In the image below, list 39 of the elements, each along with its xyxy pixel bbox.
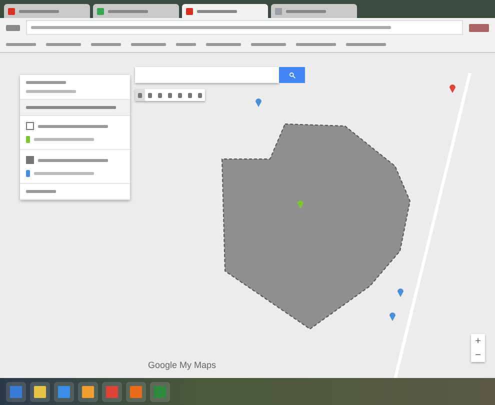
browser-tab[interactable]: [93, 4, 179, 18]
browser-tab[interactable]: [271, 4, 357, 18]
map-pin-icon: [255, 97, 262, 107]
illegible-text: [34, 138, 94, 141]
map-pin-icon: [397, 287, 404, 297]
map-pin-icon: [389, 311, 396, 321]
illegible-text: [286, 10, 326, 12]
illegible-text: [26, 90, 76, 93]
illegible-text: [38, 124, 108, 128]
taskbar-app-icon[interactable]: [54, 382, 74, 402]
browser-tab[interactable]: [4, 4, 90, 18]
zoom-button[interactable]: +: [471, 334, 485, 348]
taskbar-app-icon[interactable]: [30, 382, 50, 402]
map-canvas[interactable]: Google My Maps + −: [0, 53, 495, 378]
illegible-text: [19, 10, 59, 12]
map-tool-button[interactable]: [135, 89, 145, 101]
layer-checkbox[interactable]: [26, 122, 34, 130]
zoom-button[interactable]: −: [471, 348, 485, 362]
search-button[interactable]: [279, 67, 305, 83]
map-tool-button[interactable]: [195, 89, 205, 101]
illegible-text: [197, 10, 237, 12]
polygon-shape[interactable]: [221, 122, 412, 330]
illegible-text: [26, 190, 56, 193]
search-icon: [288, 72, 296, 78]
map-pin-icon: [297, 199, 304, 209]
layer-checkbox[interactable]: [26, 156, 34, 164]
map-pin-icon: [449, 83, 456, 93]
illegible-text: [26, 81, 66, 84]
taskbar-app-icon[interactable]: [126, 382, 146, 402]
taskbar-app-icon[interactable]: [6, 382, 26, 402]
map-tool-button[interactable]: [145, 89, 155, 101]
search-field[interactable]: [135, 67, 279, 83]
illegible-text: [34, 172, 94, 175]
illegible-text: [108, 10, 148, 12]
illegible-text: [38, 158, 108, 162]
browser-tab[interactable]: [182, 4, 268, 18]
address-bar[interactable]: [26, 20, 463, 35]
map-logo: Google My Maps: [148, 360, 216, 370]
taskbar-app-icon[interactable]: [78, 382, 98, 402]
